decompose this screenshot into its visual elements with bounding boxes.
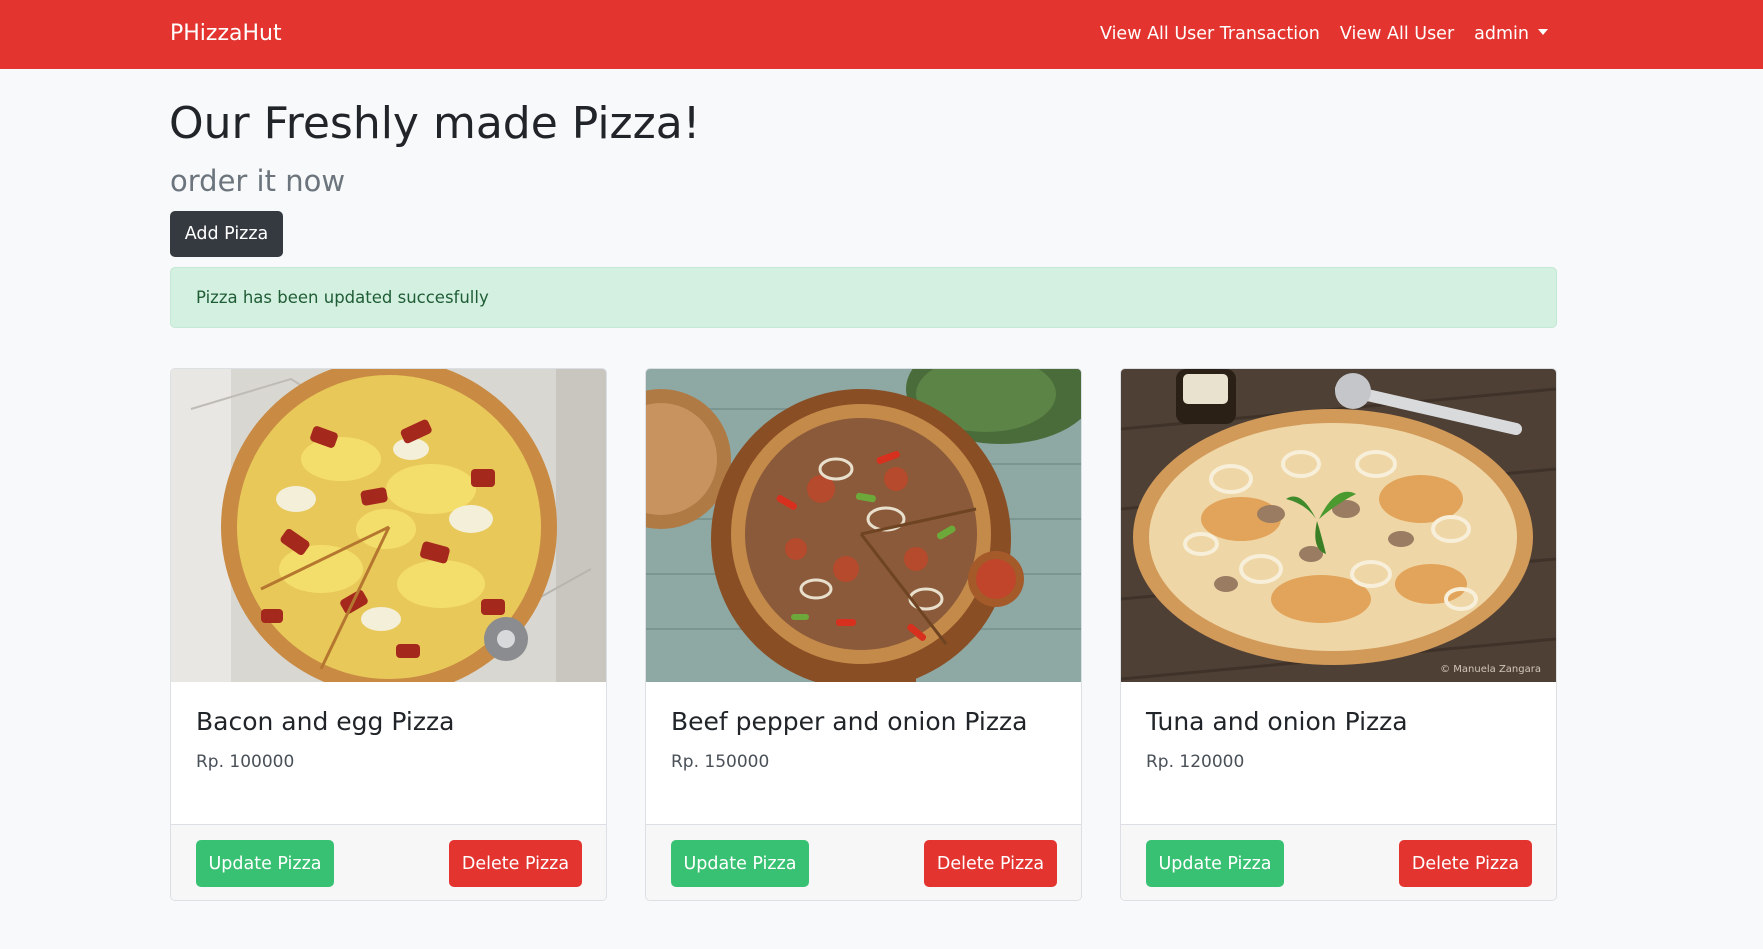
card-footer: Update Pizza Delete Pizza bbox=[171, 824, 606, 900]
pizza-name: Bacon and egg Pizza bbox=[196, 707, 455, 736]
delete-pizza-button[interactable]: Delete Pizza bbox=[924, 840, 1057, 887]
nav-link-user-transactions[interactable]: View All User Transaction bbox=[1100, 22, 1320, 46]
account-dropdown-toggle[interactable]: admin bbox=[1474, 22, 1548, 46]
account-name: admin bbox=[1474, 24, 1529, 44]
delete-pizza-button[interactable]: Delete Pizza bbox=[449, 840, 582, 887]
pizza-card: Bacon and egg Pizza Rp. 100000 Update Pi… bbox=[170, 368, 607, 901]
brand-logo-link[interactable]: PHizzaHut bbox=[170, 21, 282, 47]
pizza-price: Rp. 120000 bbox=[1146, 752, 1245, 772]
pizza-image bbox=[171, 369, 606, 682]
page-subtitle: order it now bbox=[170, 164, 346, 198]
caret-down-icon bbox=[1538, 29, 1548, 35]
pizza-price: Rp. 100000 bbox=[196, 752, 295, 772]
update-pizza-button[interactable]: Update Pizza bbox=[671, 840, 809, 887]
nav-link-all-users[interactable]: View All User bbox=[1340, 22, 1454, 46]
add-pizza-button[interactable]: Add Pizza bbox=[170, 211, 283, 257]
update-pizza-button[interactable]: Update Pizza bbox=[1146, 840, 1284, 887]
card-footer: Update Pizza Delete Pizza bbox=[646, 824, 1081, 900]
pizza-image: © Manuela Zangara bbox=[1121, 369, 1556, 682]
photo-credit-watermark: © Manuela Zangara bbox=[1440, 664, 1541, 675]
pizza-card: © Manuela Zangara Tuna and onion Pizza R… bbox=[1120, 368, 1557, 901]
pizza-name: Beef pepper and onion Pizza bbox=[671, 707, 1028, 736]
page-title: Our Freshly made Pizza! bbox=[169, 98, 701, 149]
pizza-name: Tuna and onion Pizza bbox=[1146, 707, 1408, 736]
card-footer: Update Pizza Delete Pizza bbox=[1121, 824, 1556, 900]
navbar-links: View All User Transaction View All User … bbox=[1080, 22, 1548, 46]
update-pizza-button[interactable]: Update Pizza bbox=[196, 840, 334, 887]
pizza-price: Rp. 150000 bbox=[671, 752, 770, 772]
top-navbar: PHizzaHut View All User Transaction View… bbox=[0, 0, 1763, 69]
delete-pizza-button[interactable]: Delete Pizza bbox=[1399, 840, 1532, 887]
pizza-image bbox=[646, 369, 1081, 682]
pizza-card: Beef pepper and onion Pizza Rp. 150000 U… bbox=[645, 368, 1082, 901]
success-alert: Pizza has been updated succesfully bbox=[170, 267, 1557, 328]
alert-message: Pizza has been updated succesfully bbox=[196, 288, 489, 307]
